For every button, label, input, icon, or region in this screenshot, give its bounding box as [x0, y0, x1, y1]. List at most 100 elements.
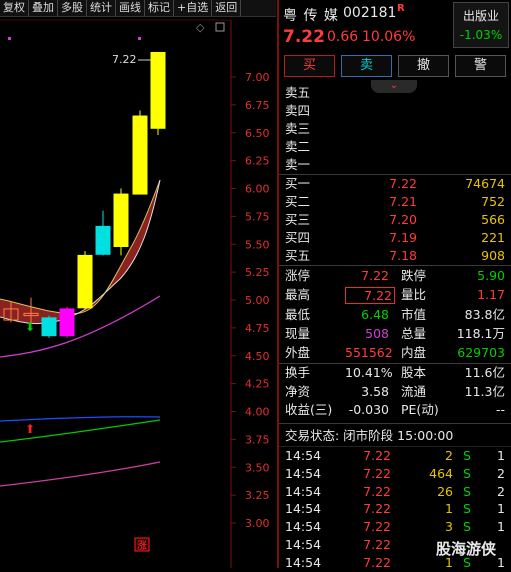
- watermark-text: 股海游侠: [436, 540, 497, 558]
- price-tick-label: 4.50: [245, 350, 270, 363]
- stat-row[interactable]: 最低 6.48 市值 83.8亿: [279, 306, 511, 324]
- tick-count: 1: [497, 501, 505, 517]
- tick-count: 1: [497, 448, 505, 463]
- toolbar-button-5[interactable]: 标记: [145, 0, 174, 16]
- ask-label: 卖四: [285, 103, 311, 118]
- quote-panel: 粤 传 媒 002181 R 7.22 0.66 10.06% 出版业 -1.0…: [279, 0, 511, 570]
- tick-time: 14:54: [285, 537, 322, 552]
- ask-row[interactable]: 卖二: [279, 138, 511, 156]
- toolbar-button-0[interactable]: 复权: [0, 0, 29, 16]
- stat-row[interactable]: 外盘 551562 内盘 629703: [279, 344, 511, 362]
- stat-row[interactable]: 涨停 7.22 跌停 5.90: [279, 267, 511, 285]
- stat-label: 现量: [285, 325, 311, 341]
- stat-value: 551562: [345, 345, 393, 361]
- price-tick-label: 6.25: [245, 155, 270, 168]
- price-change-pct: 10.06%: [362, 29, 416, 45]
- stat-label: 量比: [401, 287, 427, 303]
- candle-body: [132, 115, 148, 195]
- stat-value: 7.22: [361, 268, 389, 283]
- tick-side: S: [463, 501, 471, 517]
- ticks-divider: [279, 423, 511, 424]
- tick-row[interactable]: 14:54 7.22 2 S 1: [279, 447, 511, 465]
- tick-side: S: [463, 483, 471, 499]
- marker-dot: [138, 37, 141, 40]
- price-tick-label: 4.00: [245, 406, 270, 419]
- stat-label: 市值: [401, 306, 427, 322]
- tick-time: 14:54: [285, 554, 322, 570]
- ask-row[interactable]: 卖四: [279, 102, 511, 120]
- tick-row[interactable]: 14:54 7.22 464 S 2: [279, 465, 511, 483]
- bid-volume: 221: [481, 230, 505, 245]
- price-tick-label: 3.75: [245, 433, 270, 446]
- stat-value: 5.90: [477, 268, 505, 283]
- stat-row[interactable]: 现量 508 总量 118.1万: [279, 325, 511, 343]
- ma-line-pink: [0, 461, 161, 487]
- stat-label: 净资: [285, 383, 311, 399]
- tick-time: 14:54: [285, 448, 322, 463]
- stat-label: 涨停: [285, 268, 311, 283]
- stat-value: 3.58: [361, 383, 389, 399]
- price-tick-label: 4.25: [245, 378, 270, 391]
- toolbar-button-7[interactable]: 返回: [212, 0, 242, 16]
- price-tick-label: 5.50: [245, 238, 270, 251]
- sell-button[interactable]: 卖: [341, 55, 392, 77]
- ask-row[interactable]: 卖三: [279, 120, 511, 138]
- bid-row[interactable]: 买一 7.22 74674: [279, 175, 511, 193]
- tick-row[interactable]: 14:54 7.22 1 S 1: [279, 500, 511, 518]
- toolbar-button-1[interactable]: 叠加: [29, 0, 58, 16]
- price-tick-label: 4.75: [245, 322, 270, 335]
- tick-time: 14:54: [285, 519, 322, 535]
- alert-button[interactable]: 警: [455, 55, 506, 77]
- tick-time: 14:54: [285, 501, 322, 517]
- tick-row[interactable]: 14:54 7.22 3 S 1: [279, 518, 511, 536]
- toolbar-button-4[interactable]: 画线: [116, 0, 145, 16]
- candle-body: [150, 51, 166, 129]
- stat-row[interactable]: 收益(三) -0.030 PE(动) --: [279, 401, 511, 419]
- buy-button[interactable]: 买: [284, 55, 335, 77]
- stat-label: 股本: [401, 365, 427, 380]
- trade-status: 交易状态: 闭市阶段 15:00:00: [285, 428, 454, 443]
- cancel-button[interactable]: 撤: [398, 55, 449, 77]
- tick-count: 2: [497, 483, 505, 499]
- tick-row[interactable]: 14:54 7.22 26 S 2: [279, 483, 511, 501]
- stat-label: 最高: [285, 287, 311, 303]
- toolbar-button-3[interactable]: 统计: [87, 0, 116, 16]
- stat-row[interactable]: 换手 10.41% 股本 11.6亿: [279, 364, 511, 382]
- stat-label: 跌停: [401, 268, 427, 283]
- bid-label: 买二: [285, 194, 311, 209]
- tick-volume: 2: [445, 448, 453, 463]
- ask-row[interactable]: 卖一: [279, 156, 511, 174]
- bid-price: 7.18: [389, 248, 417, 263]
- tick-price: 7.22: [363, 448, 391, 463]
- bid-row[interactable]: 买四 7.19 221: [279, 229, 511, 247]
- toolbar-button-2[interactable]: 多股: [58, 0, 87, 16]
- high-annotation-label: 7.22: [112, 53, 137, 66]
- tick-time: 14:54: [285, 483, 322, 499]
- industry-box[interactable]: 出版业 -1.03%: [453, 2, 509, 48]
- price-tick-label: 3.25: [245, 489, 270, 502]
- tick-price: 7.22: [363, 519, 391, 535]
- stats-divider: [279, 265, 511, 266]
- stat-value: 118.1万: [456, 325, 505, 341]
- stock-name: 粤 传 媒: [283, 8, 339, 24]
- toolbar-button-6[interactable]: +自选: [174, 0, 213, 16]
- tick-time: 14:54: [285, 465, 322, 481]
- square-icon: [215, 22, 225, 32]
- bid-row[interactable]: 买五 7.18 908: [279, 247, 511, 265]
- red-arrow-icon: ⬆: [25, 422, 35, 436]
- stat-row[interactable]: 最高 7.22 量比 1.17: [279, 286, 511, 305]
- bid-row[interactable]: 买三 7.20 566: [279, 211, 511, 229]
- bid-price: 7.21: [389, 194, 417, 209]
- tick-price: 7.22: [363, 465, 391, 481]
- price-tick-label: 7.00: [245, 71, 270, 84]
- margin-flag: R: [397, 3, 405, 14]
- tick-volume: 1: [445, 501, 453, 517]
- stat-row[interactable]: 净资 3.58 流通 11.3亿: [279, 383, 511, 401]
- limit-up-badge-label: 涨: [137, 540, 147, 552]
- kline-chart[interactable]: 7.00 6.75 6.50 6.25 6.00 5.75 5.50 5.25 5.00 4.75…: [0, 17, 277, 568]
- tick-count: 2: [497, 465, 505, 481]
- price-tick-label: 3.50: [245, 461, 270, 474]
- bid-row[interactable]: 买二 7.21 752: [279, 193, 511, 211]
- ask-row[interactable]: 卖五: [279, 84, 511, 102]
- tick-side: S: [463, 519, 471, 535]
